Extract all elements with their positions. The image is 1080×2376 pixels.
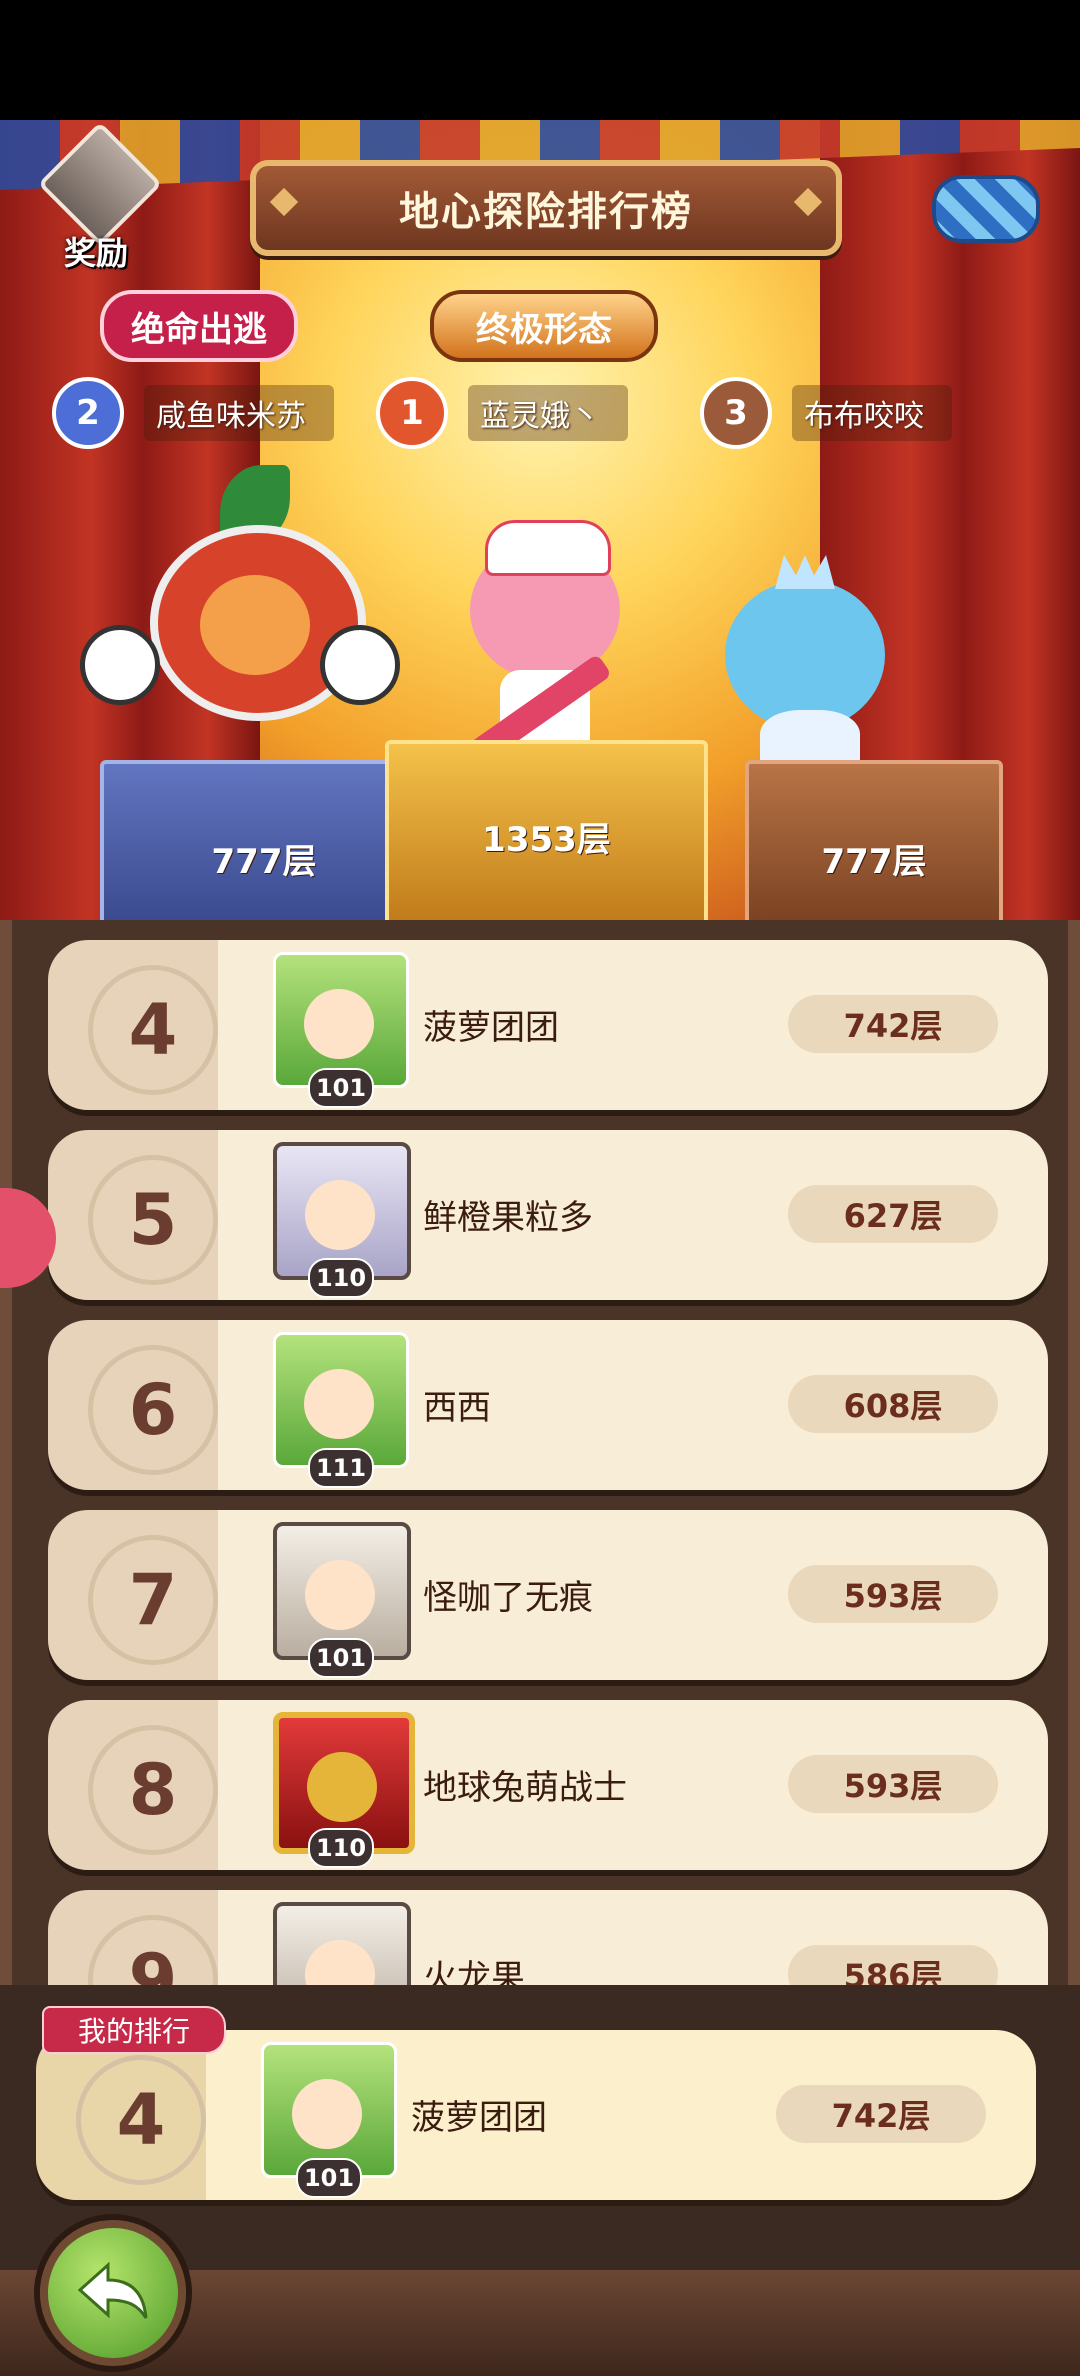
back-button[interactable]	[40, 2220, 186, 2366]
crown-icon	[775, 555, 835, 589]
avatar-face	[307, 1752, 377, 1822]
rank-number: 4	[88, 965, 218, 1095]
floors-badge: 586层	[788, 1945, 998, 1985]
status-bar	[0, 0, 1080, 120]
diamond-icon	[269, 187, 299, 217]
floors-badge: 593层	[788, 1755, 998, 1813]
player-name: 火龙果	[423, 1958, 525, 1985]
level-badge: 110	[308, 1258, 374, 1298]
right-hand	[320, 625, 400, 705]
title-plaque: 地心探险排行榜	[250, 160, 842, 256]
bronze-medal-icon: 3	[700, 377, 772, 449]
left-hand	[80, 625, 160, 705]
silver-medal-icon: 2	[52, 377, 124, 449]
candy-icon	[932, 175, 1040, 243]
podium-name-1st[interactable]: 1 蓝灵娥丶	[376, 377, 628, 449]
list-item[interactable]: 8 110 地球兔萌战士 593层	[48, 1700, 1048, 1870]
podium-names: 2 咸鱼味米苏 1 蓝灵娥丶 3 布布咬咬	[0, 377, 1080, 449]
rank-number: 8	[88, 1725, 218, 1855]
rank-number: 9	[88, 1915, 218, 1985]
nurse-cap	[485, 520, 611, 576]
level-badge: 101	[308, 1638, 374, 1678]
floors-label: 777层	[821, 842, 927, 882]
level-badge: 101	[308, 1068, 374, 1108]
reward-button[interactable]: 奖励	[36, 121, 163, 280]
rank-number: 5	[88, 1155, 218, 1285]
my-rank-row[interactable]: 4 101 菠萝团团 742层	[36, 2030, 1036, 2200]
player-name: 布布咬咬	[792, 385, 952, 441]
page-title: 地心探险排行榜	[399, 189, 693, 235]
player-name: 菠萝团团	[411, 2098, 547, 2138]
player-name: 怪咖了无痕	[423, 1578, 593, 1618]
character-ice-princess[interactable]	[705, 540, 915, 780]
avatar-face	[292, 2079, 362, 2149]
character-robot-cat[interactable]	[80, 465, 410, 765]
player-name: 蓝灵娥丶	[468, 385, 628, 441]
ranking-list[interactable]: 4 101 菠萝团团 742层 5 110 鲜橙果粒多 627层 6 111 西…	[0, 920, 1080, 1985]
pedestal-3rd: 777层	[745, 760, 1003, 920]
floors-badge: 742层	[788, 995, 998, 1053]
floors-badge: 742层	[776, 2085, 986, 2143]
avatar-face	[305, 1940, 375, 1985]
tab-ultimate-form[interactable]: 终极形态	[430, 290, 658, 362]
level-badge: 111	[308, 1448, 374, 1488]
floors-badge: 627层	[788, 1185, 998, 1243]
rank-number: 4	[76, 2055, 206, 2185]
avatar-face	[304, 1369, 374, 1439]
pedestal-2nd: 777层	[100, 760, 428, 920]
reward-label: 奖励	[63, 234, 128, 272]
level-badge: 101	[296, 2158, 362, 2198]
podium-stage: 地心探险排行榜 奖励 绝命出逃 终极形态 2 咸鱼味米苏 1 蓝灵娥丶 3 布布…	[0, 120, 1080, 920]
player-name: 鲜橙果粒多	[423, 1198, 593, 1238]
rank-number: 6	[88, 1345, 218, 1475]
player-name: 菠萝团团	[423, 1008, 559, 1048]
rank-number: 7	[88, 1535, 218, 1665]
my-rank-tag: 我的排行	[42, 2006, 226, 2054]
list-item[interactable]: 4 101 菠萝团团 742层	[48, 940, 1048, 1110]
avatar-face	[305, 1560, 375, 1630]
back-arrow-icon	[78, 2261, 148, 2319]
floors-label: 1353层	[482, 820, 611, 860]
avatar-face	[305, 1180, 375, 1250]
floors-label: 777层	[211, 842, 317, 882]
gold-medal-icon: 1	[376, 377, 448, 449]
player-name: 地球兔萌战士	[423, 1768, 627, 1808]
avatar-face	[304, 989, 374, 1059]
blue-hair	[725, 580, 885, 730]
list-item[interactable]: 9 火龙果 586层	[48, 1890, 1048, 1985]
player-name: 西西	[423, 1388, 491, 1428]
floors-badge: 608层	[788, 1375, 998, 1433]
diamond-icon	[793, 187, 823, 217]
list-item[interactable]: 7 101 怪咖了无痕 593层	[48, 1510, 1048, 1680]
level-badge: 110	[308, 1828, 374, 1868]
pedestal-1st: 1353层	[385, 740, 708, 920]
podium-name-2nd[interactable]: 2 咸鱼味米苏	[52, 377, 334, 449]
player-name: 咸鱼味米苏	[144, 385, 334, 441]
floors-badge: 593层	[788, 1565, 998, 1623]
podium-name-3rd[interactable]: 3 布布咬咬	[700, 377, 952, 449]
avatar	[273, 1902, 411, 1985]
tab-escape-mode[interactable]: 绝命出逃	[100, 290, 298, 362]
list-item[interactable]: 6 111 西西 608层	[48, 1320, 1048, 1490]
character-nurse[interactable]	[440, 500, 650, 780]
list-item[interactable]: 5 110 鲜橙果粒多 627层	[48, 1130, 1048, 1300]
cat-face	[200, 575, 310, 675]
